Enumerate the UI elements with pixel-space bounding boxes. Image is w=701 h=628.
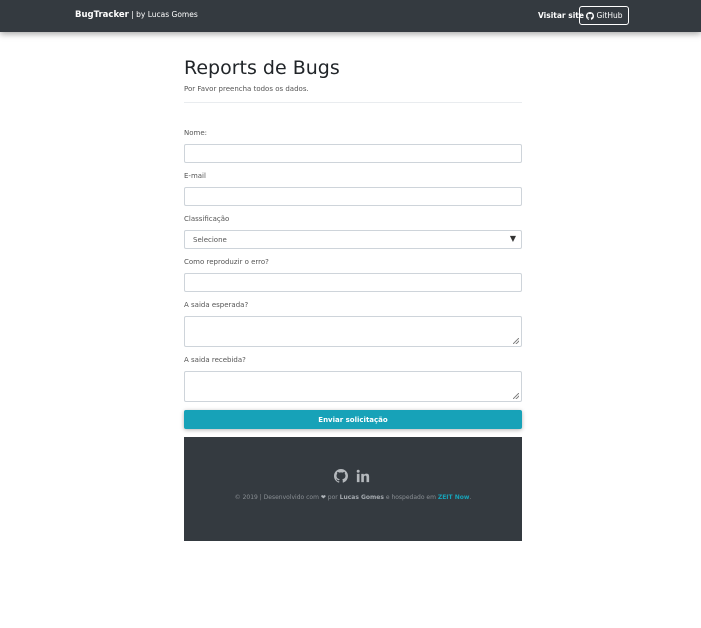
brand-prefix: Bug bbox=[75, 10, 94, 20]
dropdown-arrow-icon: ▼ bbox=[509, 234, 516, 243]
received-textarea[interactable] bbox=[184, 371, 522, 402]
classification-value: Selecione bbox=[193, 236, 227, 244]
top-navbar: BugTracker | by Lucas Gomes Visitar site… bbox=[0, 0, 701, 32]
github-button[interactable]: GitHub bbox=[579, 6, 629, 25]
email-input[interactable] bbox=[184, 187, 522, 206]
received-label: A saida recebida? bbox=[184, 356, 246, 364]
reproduce-input[interactable] bbox=[184, 273, 522, 292]
footer-text-4: . bbox=[469, 494, 472, 501]
page-title: Reports de Bugs bbox=[184, 57, 340, 79]
github-label: GitHub bbox=[596, 11, 623, 20]
footer: © 2019 | Desenvolvido com ❤ por Lucas Go… bbox=[184, 437, 522, 541]
expected-textarea[interactable] bbox=[184, 316, 522, 347]
name-input[interactable] bbox=[184, 144, 522, 163]
classification-label: Classificação bbox=[184, 215, 230, 223]
header-divider bbox=[184, 102, 522, 103]
github-icon[interactable] bbox=[334, 469, 348, 483]
brand-strong: Tracker bbox=[93, 10, 129, 20]
footer-text-3: e hospedado em bbox=[383, 494, 438, 501]
linkedin-icon[interactable] bbox=[356, 469, 370, 483]
footer-credits: © 2019 | Desenvolvido com ❤ por Lucas Go… bbox=[184, 494, 522, 501]
brand-logo[interactable]: BugTracker | by Lucas Gomes bbox=[75, 10, 198, 20]
footer-social-links bbox=[334, 469, 370, 483]
email-label: E-mail bbox=[184, 172, 206, 180]
brand-author: | by Lucas Gomes bbox=[128, 10, 198, 19]
name-label: Nome: bbox=[184, 129, 208, 137]
footer-author-link[interactable]: Lucas Gomes bbox=[340, 494, 384, 501]
visit-site-link[interactable]: Visitar site bbox=[538, 11, 584, 20]
resize-handle-icon[interactable] bbox=[513, 338, 519, 344]
resize-handle-icon[interactable] bbox=[513, 393, 519, 399]
classification-select[interactable]: Selecione ▼ bbox=[184, 230, 522, 249]
submit-button[interactable]: Enviar solicitação bbox=[184, 410, 522, 429]
github-icon bbox=[585, 11, 594, 20]
footer-text-1: © 2019 | Desenvolvido com bbox=[234, 494, 321, 501]
footer-text-2: por bbox=[325, 494, 340, 501]
reproduce-label: Como reproduzir o erro? bbox=[184, 258, 269, 266]
footer-host-link[interactable]: ZEIT Now bbox=[438, 494, 470, 501]
expected-label: A saida esperada? bbox=[184, 301, 249, 309]
page-subtitle: Por Favor preencha todos os dados. bbox=[184, 85, 309, 93]
